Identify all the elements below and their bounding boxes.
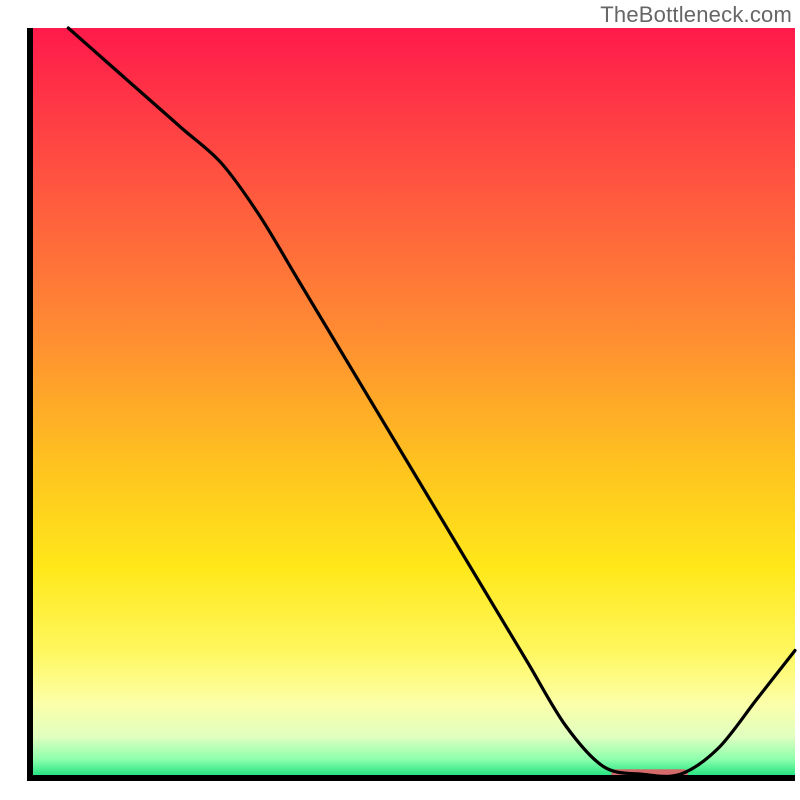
- chart-background: [30, 28, 795, 778]
- chart-svg: [0, 0, 800, 800]
- chart-container: TheBottleneck.com: [0, 0, 800, 800]
